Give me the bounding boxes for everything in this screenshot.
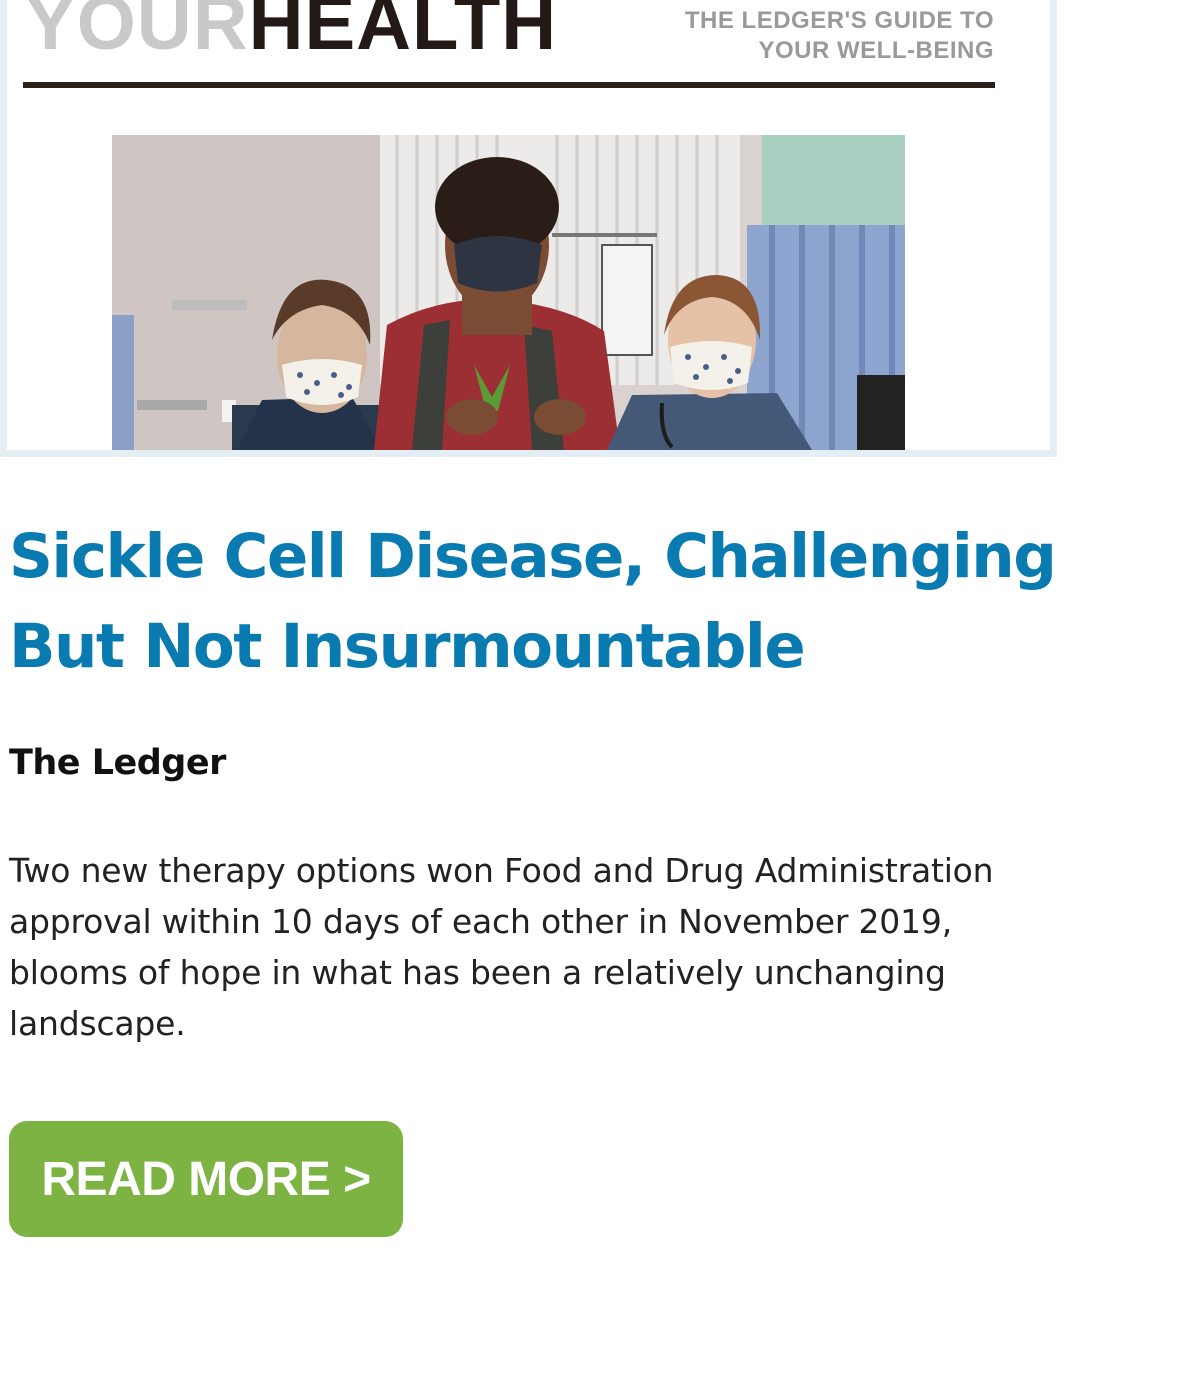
article-headline[interactable]: Sickle Cell Disease, Challenging But Not…: [9, 512, 1159, 692]
section-tagline: THE LEDGER'S GUIDE TO YOUR WELL-BEING: [685, 6, 994, 66]
read-more-button[interactable]: READ MORE >: [9, 1121, 403, 1237]
section-logo: YOURHEALTH: [25, 0, 557, 62]
article-photo[interactable]: [112, 135, 905, 450]
article-summary: Two new therapy options won Food and Dru…: [9, 851, 994, 1043]
masthead-banner: YOURHEALTH THE LEDGER'S GUIDE TO YOUR WE…: [0, 0, 1057, 457]
article-photo-illustration: [112, 135, 905, 450]
article-source: The Ledger: [9, 743, 226, 783]
headline-line-1: Sickle Cell Disease, Challenging: [9, 521, 1057, 592]
masthead-divider: [23, 82, 995, 88]
tagline-line-1: THE LEDGER'S GUIDE TO: [684, 7, 994, 34]
headline-line-2: But Not Insurmountable: [9, 611, 806, 682]
tagline-line-2: YOUR WELL-BEING: [758, 37, 994, 64]
logo-health: HEALTH: [248, 0, 558, 66]
logo-your: YOUR: [25, 0, 249, 66]
